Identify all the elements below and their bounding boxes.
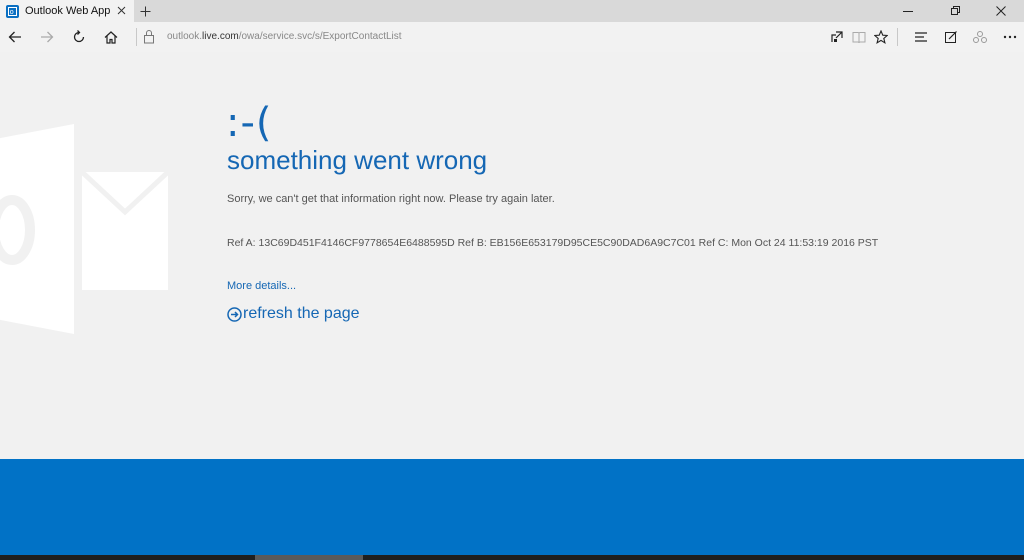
sad-face: :-( (226, 100, 273, 146)
close-window-button[interactable] (978, 0, 1024, 22)
close-tab-icon[interactable] (114, 3, 128, 17)
refresh-label: refresh the page (243, 305, 360, 322)
divider (136, 28, 137, 46)
url-prefix: outlook. (167, 31, 203, 42)
more-details-link[interactable]: More details... (227, 280, 296, 292)
error-page: :-( something went wrong Sorry, we can't… (0, 52, 1024, 459)
lock-icon (143, 29, 157, 45)
tab-bar: o Outlook Web App (0, 0, 1024, 22)
forward-arrow-icon[interactable] (33, 25, 61, 49)
hub-icon[interactable] (907, 25, 935, 49)
svg-text:o: o (10, 9, 14, 16)
scrollbar-thumb[interactable] (255, 555, 363, 560)
new-tab-button[interactable] (136, 2, 154, 20)
error-message: Sorry, we can't get that information rig… (227, 193, 555, 205)
more-icon[interactable] (996, 25, 1024, 49)
footer-band (0, 459, 1024, 555)
minimize-button[interactable] (885, 0, 931, 22)
outlook-icon: o (6, 4, 19, 18)
arrow-circle-icon (227, 306, 242, 322)
error-references: Ref A: 13C69D451F4146CF9778654E6488595D … (227, 237, 879, 249)
url-path: /owa/service.svc/s/ExportContactList (238, 31, 402, 42)
divider (897, 28, 898, 46)
home-icon[interactable] (97, 25, 125, 49)
back-arrow-icon[interactable] (1, 25, 29, 49)
refresh-page-link[interactable]: refresh the page (227, 305, 360, 323)
star-icon[interactable] (867, 25, 895, 49)
url-field[interactable]: outlook.live.com/owa/service.svc/s/Expor… (167, 31, 402, 42)
restore-button[interactable] (932, 0, 978, 22)
address-bar: outlook.live.com/owa/service.svc/s/Expor… (0, 22, 1024, 52)
taskbar-strip (0, 555, 1024, 560)
error-headline: something went wrong (227, 145, 488, 175)
tab-outlook[interactable]: o Outlook Web App (0, 0, 134, 22)
web-note-icon[interactable] (937, 25, 965, 49)
share-hub-icon[interactable] (966, 25, 994, 49)
outlook-logo-icon (0, 124, 170, 334)
refresh-icon[interactable] (65, 25, 93, 49)
tab-title: Outlook Web App (25, 5, 111, 17)
url-host: live.com (202, 31, 239, 42)
